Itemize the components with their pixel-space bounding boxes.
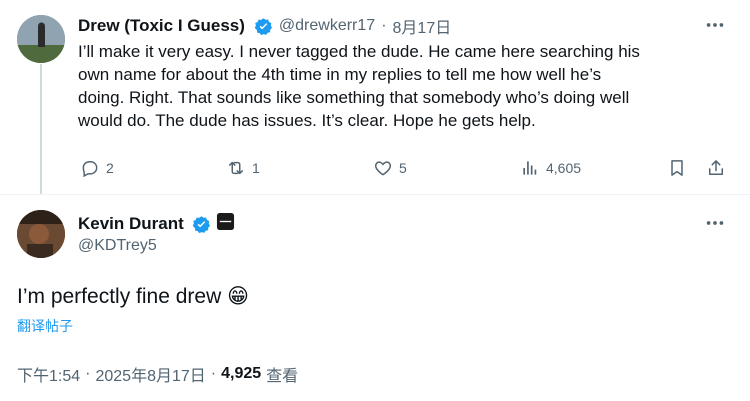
reply-text-line: own name for about the 4th time in my re… [78,65,602,84]
author-name[interactable]: Kevin Durant [78,214,184,234]
post-date[interactable]: 8月17日 [393,14,452,38]
reply-text-line: I’ll make it very easy. I never tagged t… [78,42,640,61]
heart-icon [374,161,392,176]
reply-count: 2 [106,160,114,176]
verified-badge-icon [192,215,211,234]
reply-text: I’ll make it very easy. I never tagged t… [78,40,738,132]
author-handle[interactable]: @KDTrey5 [78,237,157,255]
share-icon [709,160,723,175]
main-tweet-text: I’m perfectly fine drew 😁 [17,285,249,308]
post-date[interactable]: 2025年8月17日 [95,362,205,386]
verified-badge-icon [254,17,273,36]
view-count: 4,605 [546,160,582,176]
like-button[interactable]: 5 [373,158,407,178]
repost-icon [229,161,243,175]
share-button[interactable] [706,158,726,178]
author-handle[interactable]: @drewkerr17 [279,17,375,35]
meta-separator: · [85,365,91,382]
main-header: Kevin Durant [78,212,235,236]
avatar-drew[interactable] [17,15,65,63]
reply-header: Drew (Toxic I Guess) @drewkerr17 · 8月17日 [78,14,451,38]
reply-text-line: doing. Right. That sounds like something… [78,88,630,107]
dot-separator: · [381,17,387,34]
post-metadata: 下午1:54 · 2025年8月17日 · 4,925 查看 [17,362,298,386]
reply-text-line: would do. The dude has issues. It’s clea… [78,111,536,130]
view-label: 查看 [266,368,299,385]
avatar-kevin-durant[interactable] [17,210,65,258]
post-time[interactable]: 下午1:54 [17,362,80,386]
translate-post-link[interactable]: 翻译帖子 [17,316,73,336]
more-options-icon[interactable] [704,212,726,239]
repost-count: 1 [252,160,260,176]
reply-icon [82,161,98,178]
affiliate-badge-icon[interactable] [216,212,235,236]
analytics-icon [523,161,537,175]
bookmark-icon [671,160,683,176]
divider [0,194,750,195]
meta-separator: · [210,365,217,382]
thread-connector-line [40,64,42,194]
reply-button[interactable]: 2 [80,158,114,178]
repost-button[interactable]: 1 [226,158,260,178]
like-count: 5 [399,160,407,176]
view-count[interactable]: 4,925 [221,365,261,383]
views-button[interactable]: 4,605 [520,158,581,178]
bookmark-button[interactable] [667,158,687,178]
more-options-icon[interactable] [704,14,726,41]
author-name[interactable]: Drew (Toxic I Guess) [78,16,245,36]
